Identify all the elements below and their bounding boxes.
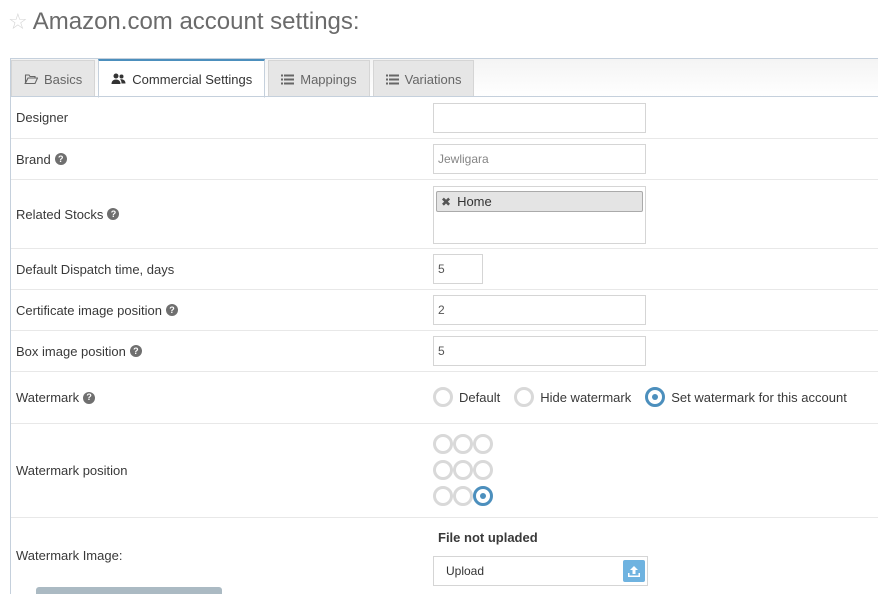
file-status: File not upladed <box>438 530 538 545</box>
certificate-position-row: Certificate image position? <box>11 290 878 331</box>
tab-mappings[interactable]: Mappings <box>268 60 370 97</box>
certificate-position-input[interactable] <box>433 295 646 325</box>
certificate-position-label: Certificate image position? <box>16 290 178 330</box>
radio-checked[interactable] <box>645 387 666 407</box>
tab-label: Basics <box>44 71 83 87</box>
watermark-row: Watermark? Default Hide watermark Set wa… <box>11 372 878 424</box>
upload-label: Upload <box>446 564 485 578</box>
related-stocks-row: Related Stocks? ✖ Home <box>11 180 878 249</box>
upload-field[interactable]: Upload <box>433 556 648 586</box>
watermark-label: Watermark? <box>16 372 96 423</box>
box-position-input[interactable] <box>433 336 646 366</box>
position-middle-center[interactable] <box>453 460 473 480</box>
tabs: Basics Commercial Settings Mappings Vari… <box>10 58 477 98</box>
box-position-label: Box image position? <box>16 331 142 371</box>
radio[interactable] <box>433 387 453 407</box>
position-bottom-left[interactable] <box>433 486 453 506</box>
dispatch-time-input[interactable] <box>433 254 483 284</box>
position-middle-right[interactable] <box>473 460 493 480</box>
watermark-position-label: Watermark position <box>16 463 128 478</box>
settings-form: Designer Brand? Related Stocks? ✖ Home D… <box>10 96 878 594</box>
watermark-image-label: Watermark Image: <box>16 547 123 563</box>
radio[interactable] <box>514 387 535 407</box>
watermark-image-control: File not upladed Upload <box>433 530 648 586</box>
remove-tag-icon[interactable]: ✖ <box>441 195 451 209</box>
position-middle-left[interactable] <box>433 460 453 480</box>
star-icon[interactable]: ☆ <box>8 11 28 33</box>
watermark-option-set[interactable]: Set watermark for this account <box>645 387 847 407</box>
help-icon[interactable]: ? <box>54 153 67 165</box>
watermark-position-grid <box>433 434 493 506</box>
dispatch-time-row: Default Dispatch time, days <box>11 249 878 290</box>
bottom-button[interactable] <box>36 587 222 594</box>
help-icon[interactable]: ? <box>129 345 142 357</box>
upload-icon[interactable] <box>623 560 645 582</box>
users-icon <box>111 73 126 85</box>
help-icon[interactable]: ? <box>83 391 96 404</box>
brand-row: Brand? <box>11 139 878 180</box>
tab-commercial-settings[interactable]: Commercial Settings <box>98 59 266 98</box>
tab-label: Mappings <box>300 71 357 87</box>
dispatch-time-label: Default Dispatch time, days <box>16 261 175 277</box>
box-position-row: Box image position? <box>11 331 878 372</box>
page-header: ☆ Amazon.com account settings: <box>8 4 360 40</box>
brand-label: Brand? <box>16 139 67 179</box>
position-top-left[interactable] <box>433 434 453 454</box>
position-bottom-right[interactable] <box>473 486 493 506</box>
designer-input[interactable] <box>433 103 646 133</box>
help-icon[interactable]: ? <box>107 208 120 220</box>
folder-open-icon <box>24 73 38 85</box>
designer-row: Designer <box>11 97 878 139</box>
position-top-center[interactable] <box>453 434 473 454</box>
position-bottom-center[interactable] <box>453 486 473 506</box>
brand-input[interactable] <box>433 144 646 174</box>
tab-basics[interactable]: Basics <box>11 60 96 97</box>
designer-label: Designer <box>16 110 69 125</box>
tab-label: Commercial Settings <box>132 71 253 87</box>
tab-label: Variations <box>404 71 462 87</box>
watermark-option-default[interactable]: Default <box>433 387 500 407</box>
help-icon[interactable]: ? <box>165 304 178 316</box>
list-icon <box>281 74 295 85</box>
watermark-image-row: Watermark Image: File not upladed Upload <box>11 518 878 594</box>
watermark-radio-group: Default Hide watermark Set watermark for… <box>433 387 847 407</box>
list-icon <box>385 74 399 85</box>
watermark-position-row: Watermark position <box>11 424 878 518</box>
watermark-option-hide[interactable]: Hide watermark <box>514 387 631 407</box>
related-stocks-select[interactable]: ✖ Home <box>433 186 646 244</box>
tag-home: ✖ Home <box>436 191 643 212</box>
page-title: Amazon.com account settings: <box>32 8 360 35</box>
related-stocks-label: Related Stocks? <box>16 180 120 248</box>
tab-variations[interactable]: Variations <box>372 60 475 97</box>
position-top-right[interactable] <box>473 434 493 454</box>
